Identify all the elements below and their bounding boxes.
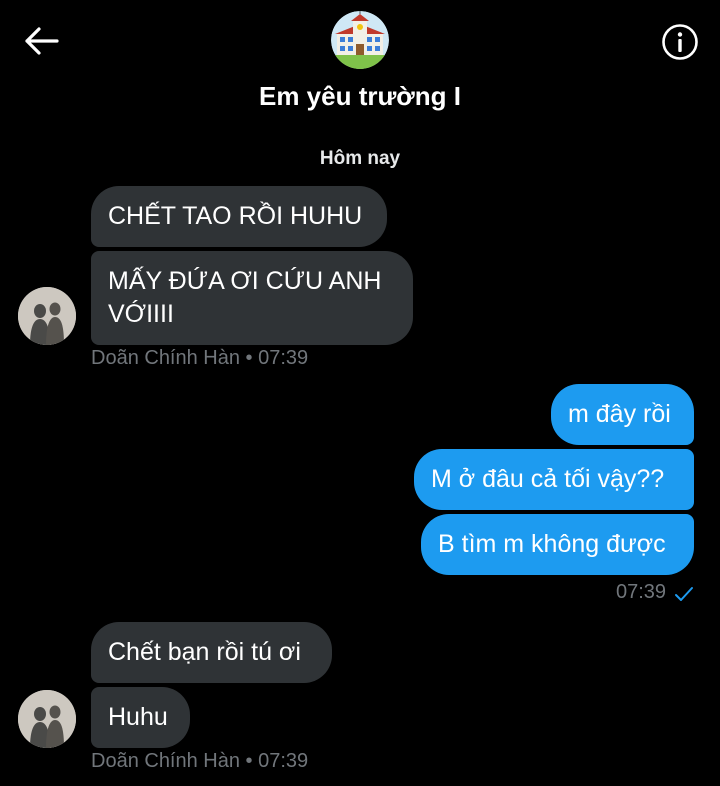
school-building-icon (331, 11, 389, 69)
group-avatar[interactable] (331, 11, 389, 69)
message-bubble-incoming[interactable]: CHẾT TAO RỒI HUHU (91, 186, 387, 247)
message-meta: Doãn Chính Hàn • 07:39 (91, 347, 309, 369)
info-circle-icon (662, 24, 698, 60)
arrow-left-icon (25, 27, 59, 55)
message-text: Chết bạn rồi tú ơi (108, 638, 301, 666)
message-text: B tìm m không được (438, 530, 666, 558)
sender-avatar[interactable] (18, 287, 76, 345)
avatar-photo-icon (18, 690, 76, 748)
message-bubble-outgoing[interactable]: m đây rồi (551, 384, 694, 445)
message-bubble-incoming[interactable]: Huhu (91, 687, 190, 748)
message-meta: 07:39 (616, 581, 667, 603)
message-text: CHẾT TAO RỒI HUHU (108, 202, 363, 230)
read-check-icon (675, 587, 693, 601)
message-text: Huhu (108, 703, 168, 731)
message-bubble-incoming[interactable]: Chết bạn rồi tú ơi (91, 622, 332, 683)
avatar-photo-icon (18, 287, 76, 345)
back-button[interactable] (18, 20, 64, 62)
message-meta: Doãn Chính Hàn • 07:39 (91, 750, 309, 772)
message-text: m đây rồi (568, 400, 671, 428)
conversation-title: Em yêu trường I (258, 81, 461, 111)
message-bubble-outgoing[interactable]: M ở đâu cả tối vậy?? (414, 449, 694, 510)
message-bubble-outgoing[interactable]: B tìm m không được (421, 514, 694, 575)
info-button[interactable] (656, 18, 704, 66)
date-separator: Hôm nay (319, 148, 401, 169)
message-bubble-incoming[interactable]: MẤY ĐỨA ƠI CỨU ANH VỚIIII (91, 251, 413, 345)
message-text: MẤY ĐỨA ƠI CỨU ANH VỚIIII (108, 267, 382, 328)
message-text: M ở đâu cả tối vậy?? (431, 465, 665, 493)
sender-avatar[interactable] (18, 690, 76, 748)
